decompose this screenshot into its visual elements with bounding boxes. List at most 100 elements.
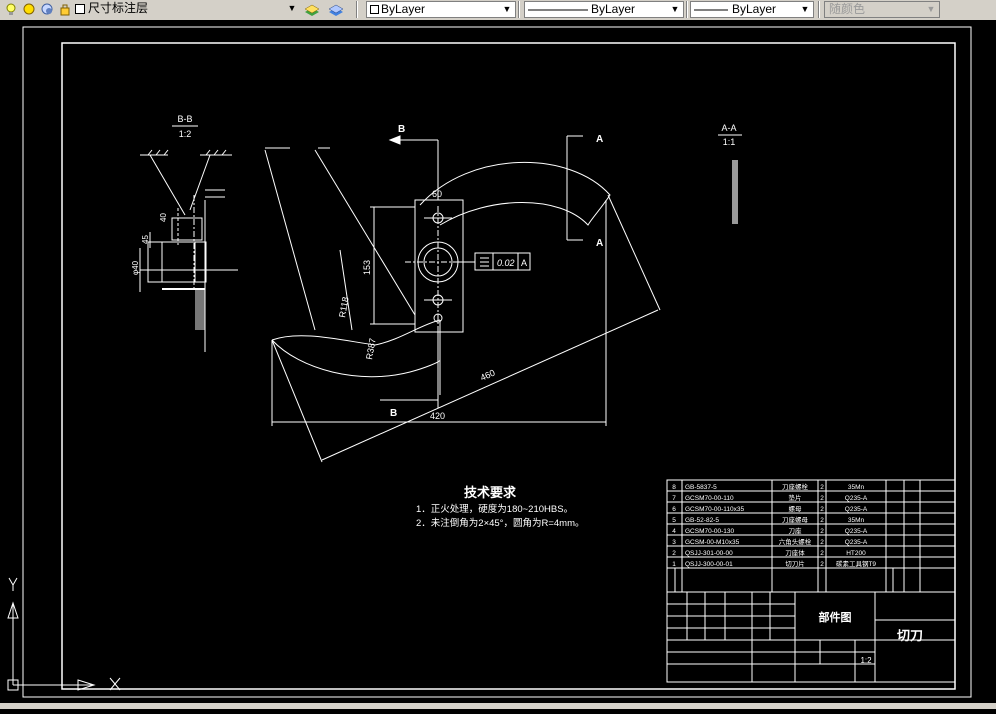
dim-phi40-label: φ40	[131, 260, 140, 275]
bom-cell-mat: 35Mn	[848, 484, 865, 491]
outer-frame	[22, 26, 972, 698]
tolerance-datum: A	[521, 258, 527, 268]
bom-cell-code: GB-52-82-5	[685, 517, 719, 524]
section-bb-label: B-B	[177, 114, 192, 124]
dim-420-label: 420	[430, 411, 445, 421]
bom-cell-no: 8	[672, 484, 676, 491]
sun-icon[interactable]	[22, 2, 36, 16]
properties-toolbar: 尺寸标注层 ▼ ByLayer ▼ ByLayer ▼ ByLayer ▼ 随颜…	[0, 0, 996, 21]
main-view: B B A A 60 153 R118 R387 0.02 A 420 460	[264, 124, 661, 463]
linetype-sample-icon	[528, 9, 588, 11]
drawing-canvas[interactable]: B-B 1:2 4 5 φ40 40 B B A A 60 153 R118 R3…	[0, 20, 996, 709]
lineweight-sample-icon	[694, 9, 728, 11]
chevron-down-icon[interactable]: ▼	[286, 1, 298, 16]
chevron-down-icon[interactable]: ▼	[501, 2, 513, 17]
bom-cell-name: 刀座螺母	[782, 515, 809, 524]
bom-cell-mat: HT200	[846, 550, 866, 557]
notes-title: 技术要求	[464, 485, 517, 500]
chevron-down-icon: ▼	[926, 4, 936, 14]
horizontal-scrollbar[interactable]	[0, 703, 996, 709]
toolbar-separator	[686, 1, 688, 18]
chevron-down-icon[interactable]: ▼	[799, 2, 811, 17]
bom-cell-no: 5	[672, 517, 676, 524]
bom-cell-code: GCSM-00-M10x35	[685, 539, 740, 546]
bom-table: 8 GB-5837-5 刀座螺栓 2 35Mn 7 GCSM70-00-110 垫片 2 Q235…	[672, 482, 876, 568]
lineweight-dropdown[interactable]: ByLayer ▼	[690, 1, 814, 18]
bom-cell-qty: 2	[820, 561, 824, 568]
bom-cell-mat: Q235-A	[845, 495, 868, 502]
cut-label-a-top: A	[596, 134, 603, 145]
toolbar-separator	[818, 1, 820, 18]
drawing-svg: B-B 1:2 4 5 φ40 40 B B A A 60 153 R118 R3…	[0, 26, 996, 709]
bom-cell-qty: 2	[820, 495, 824, 502]
scale-label: 1:2	[860, 656, 872, 665]
toolbar-separator	[518, 1, 520, 18]
color-label: ByLayer	[381, 2, 426, 16]
bom-cell-name: 螺母	[789, 504, 803, 513]
dim-r387-label: R387	[364, 337, 378, 360]
bom-cell-no: 3	[672, 539, 676, 546]
bom-cell-name: 刀座螺栓	[782, 482, 809, 491]
section-bb-view: B-B 1:2 45 φ40 40	[131, 114, 238, 352]
bom-cell-no: 4	[672, 528, 676, 535]
toolbar-separator	[356, 1, 358, 18]
bom-cell-qty: 2	[820, 539, 824, 546]
bom-cell-code: QSJJ-301-00-00	[685, 550, 733, 557]
plotstyle-dropdown: 随颜色 ▼	[824, 1, 940, 18]
technical-requirements: 技术要求 1．正火处理，硬度为180~210HBS。 2．未注倒角为2×45°，…	[416, 485, 585, 529]
dim-40-label: 40	[159, 213, 168, 222]
bom-cell-no: 7	[672, 495, 676, 502]
dim-460-label: 460	[479, 368, 497, 383]
bom-cell-name: 垫片	[789, 493, 802, 502]
section-aa-scale: 1:1	[723, 137, 736, 147]
section-aa-view: A-A 1:1	[718, 123, 742, 224]
layer-previous-icon[interactable]	[328, 2, 344, 16]
bom-cell-qty: 2	[820, 484, 824, 491]
drawing-type-label: 部件图	[819, 610, 852, 624]
bom-cell-no: 2	[672, 550, 676, 557]
lineweight-label: ByLayer	[732, 2, 777, 16]
section-aa-label: A-A	[721, 123, 736, 133]
linetype-dropdown[interactable]: ByLayer ▼	[524, 1, 684, 18]
cut-label-b-top: B	[398, 124, 405, 135]
bom-cell-name: 刀座体	[785, 548, 805, 557]
bom-cell-mat: Q235-A	[845, 528, 868, 535]
bom-cell-mat: Q235-A	[845, 506, 868, 513]
bom-cell-no: 1	[672, 561, 676, 568]
chevron-down-icon[interactable]: ▼	[669, 2, 681, 17]
cut-label-a-bottom: A	[596, 238, 603, 249]
lightbulb-icon[interactable]	[4, 2, 18, 16]
note-2: 2．未注倒角为2×45°，圆角为R=4mm。	[416, 517, 585, 529]
section-bb-scale: 1:2	[179, 129, 192, 139]
bom-cell-code: GCSM70-00-110	[685, 495, 734, 502]
cut-label-b-bottom: B	[390, 408, 397, 419]
tolerance-value: 0.02	[497, 258, 515, 268]
note-1: 1．正火处理，硬度为180~210HBS。	[416, 503, 573, 515]
make-current-layer-icon[interactable]	[304, 2, 320, 16]
dim-r118-label: R118	[337, 296, 350, 318]
lock-icon[interactable]	[58, 2, 72, 16]
plotstyle-label: 随颜色	[829, 2, 866, 16]
bom-cell-name: 切刀片	[785, 559, 805, 568]
ucs-icon	[7, 577, 121, 691]
part-name-label: 切刀	[897, 628, 923, 643]
bom-cell-name: 刀座	[789, 526, 803, 535]
bom-cell-code: GB-5837-5	[685, 484, 717, 491]
color-dropdown[interactable]: ByLayer ▼	[366, 1, 516, 18]
bom-cell-qty: 2	[820, 528, 824, 535]
bom-cell-qty: 2	[820, 517, 824, 524]
bom-cell-mat: 碳素工具钢T9	[836, 559, 876, 568]
bom-cell-qty: 2	[820, 550, 824, 557]
dim-153-label: 153	[362, 260, 372, 275]
linetype-label: ByLayer	[591, 2, 636, 16]
bom-cell-code: GCSM70-00-110x35	[685, 506, 745, 513]
dim-60-label: 60	[432, 189, 442, 199]
bom-cell-mat: Q235-A	[845, 539, 868, 546]
bom-cell-name: 六角头螺栓	[779, 537, 812, 546]
layer-dropdown[interactable]: 尺寸标注层 ▼	[86, 1, 300, 18]
bom-cell-no: 6	[672, 506, 676, 513]
color-swatch-icon	[370, 5, 379, 14]
bom-cell-code: GCSM70-00-130	[685, 528, 735, 535]
bom-cell-qty: 2	[820, 506, 824, 513]
freeze-viewport-icon[interactable]	[40, 2, 54, 16]
